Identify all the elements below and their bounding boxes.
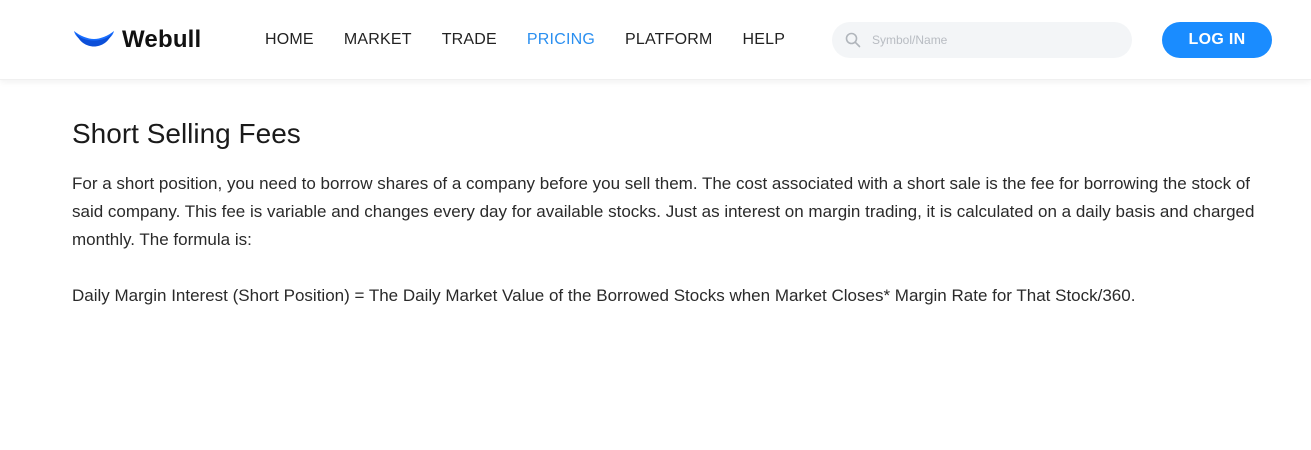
nav-platform[interactable]: PLATFORM: [625, 31, 713, 49]
nav-help[interactable]: HELP: [743, 31, 786, 49]
fee-description-paragraph: For a short position, you need to borrow…: [72, 174, 1255, 249]
main-content: Short Selling Fees For a short position,…: [72, 118, 1272, 338]
nav-market[interactable]: MARKET: [344, 31, 412, 49]
nav-pricing[interactable]: PRICING: [527, 31, 595, 49]
nav-trade[interactable]: TRADE: [442, 31, 497, 49]
search-box[interactable]: [832, 22, 1132, 58]
webull-logo[interactable]: Webull: [72, 24, 201, 56]
top-header: Webull HOME MARKET TRADE PRICING PLATFOR…: [0, 0, 1311, 80]
main-nav: HOME MARKET TRADE PRICING PLATFORM HELP: [265, 0, 815, 80]
search-input[interactable]: [870, 32, 1114, 48]
webull-logo-icon: [72, 27, 116, 53]
login-button[interactable]: LOG IN: [1162, 22, 1272, 58]
search-icon: [844, 31, 862, 49]
logo-text: Webull: [122, 26, 202, 53]
nav-home[interactable]: HOME: [265, 31, 314, 49]
formula-paragraph: Daily Margin Interest (Short Position) =…: [72, 286, 1136, 305]
page-title: Short Selling Fees: [72, 118, 301, 149]
